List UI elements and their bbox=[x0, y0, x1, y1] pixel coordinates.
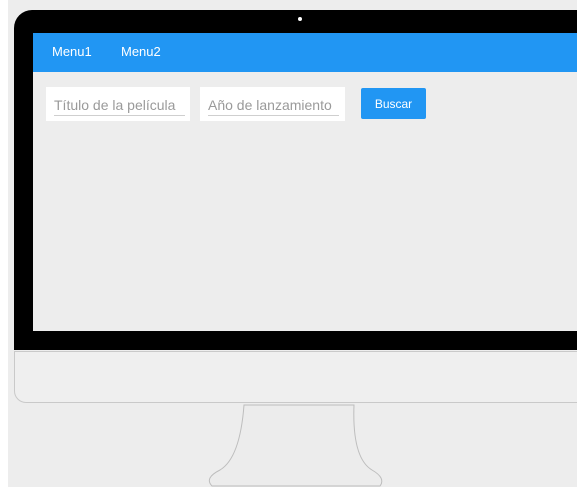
monitor-stand bbox=[208, 404, 383, 487]
stand-neck bbox=[208, 404, 383, 487]
